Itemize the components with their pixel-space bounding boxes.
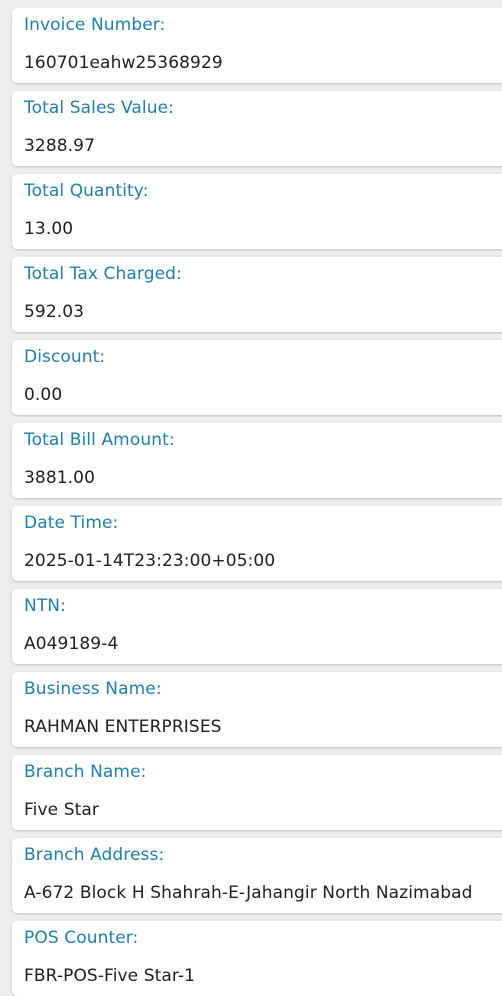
field-label: Business Name: — [24, 679, 162, 699]
field-value: 0.00 — [24, 385, 63, 405]
field-value: RAHMAN ENTERPRISES — [24, 717, 222, 737]
invoice-detail-list: Invoice Number: 160701eahw25368929 Total… — [0, 0, 502, 996]
field-value: 3881.00 — [24, 468, 95, 488]
field-value: FBR-POS-Five Star-1 — [24, 966, 196, 986]
field-card-business-name: Business Name: RAHMAN ENTERPRISES — [12, 672, 502, 747]
field-value: 592.03 — [24, 302, 85, 322]
field-label: Discount: — [24, 347, 106, 367]
field-card-total-sales-value: Total Sales Value: 3288.97 — [12, 91, 502, 166]
field-value: Five Star — [24, 800, 99, 820]
field-card-total-bill-amount: Total Bill Amount: 3881.00 — [12, 423, 502, 498]
field-value: A-672 Block H Shahrah-E-Jahangir North N… — [24, 883, 473, 903]
field-card-invoice-number: Invoice Number: 160701eahw25368929 — [12, 8, 502, 83]
field-label: POS Counter: — [24, 928, 139, 948]
field-label: Branch Address: — [24, 845, 165, 865]
field-label: Branch Name: — [24, 762, 147, 782]
field-card-date-time: Date Time: 2025-01-14T23:23:00+05:00 — [12, 506, 502, 581]
field-value: 160701eahw25368929 — [24, 53, 223, 73]
field-label: Invoice Number: — [24, 15, 166, 35]
field-card-ntn: NTN: A049189-4 — [12, 589, 502, 664]
field-label: Total Tax Charged: — [24, 264, 182, 284]
field-value: 13.00 — [24, 219, 74, 239]
field-card-branch-name: Branch Name: Five Star — [12, 755, 502, 830]
field-card-total-quantity: Total Quantity: 13.00 — [12, 174, 502, 249]
field-label: Total Sales Value: — [24, 98, 174, 118]
field-card-total-tax-charged: Total Tax Charged: 592.03 — [12, 257, 502, 332]
field-value: 2025-01-14T23:23:00+05:00 — [24, 551, 276, 571]
field-label: Total Quantity: — [24, 181, 149, 201]
field-label: NTN: — [24, 596, 66, 616]
field-value: A049189-4 — [24, 634, 119, 654]
field-card-branch-address: Branch Address: A-672 Block H Shahrah-E-… — [12, 838, 502, 913]
field-value: 3288.97 — [24, 136, 95, 156]
field-label: Date Time: — [24, 513, 119, 533]
field-card-discount: Discount: 0.00 — [12, 340, 502, 415]
field-label: Total Bill Amount: — [24, 430, 175, 450]
field-card-pos-counter: POS Counter: FBR-POS-Five Star-1 — [12, 921, 502, 996]
